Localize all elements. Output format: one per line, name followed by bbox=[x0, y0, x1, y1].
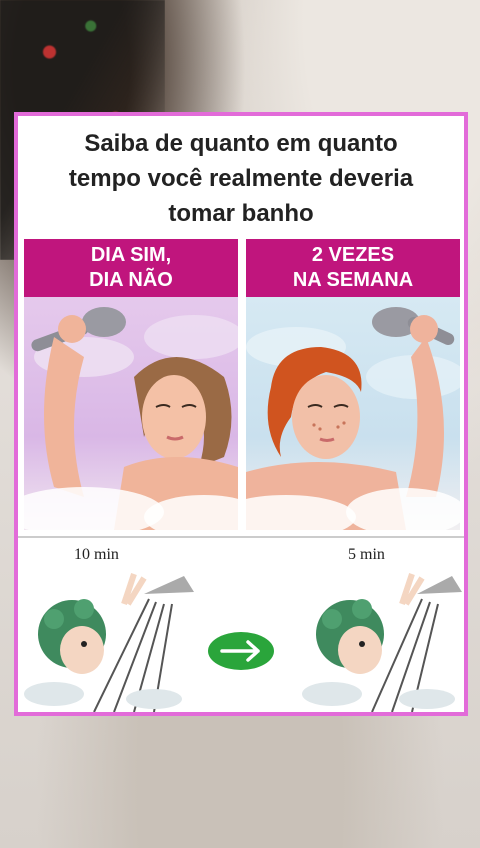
left-header-line: DIA SIM, bbox=[90, 244, 172, 266]
title-line: Saiba de quanto em quanto bbox=[84, 130, 398, 157]
left-column-header: DIA SIM, DIA NÃO bbox=[24, 239, 238, 297]
right-illustration bbox=[246, 297, 460, 530]
title-line: tomar banho bbox=[168, 200, 314, 227]
woman-brown-hair-showering bbox=[24, 307, 238, 530]
column-divider bbox=[238, 239, 246, 530]
right-time-label: 5 min bbox=[348, 546, 385, 563]
cartoon-person-showering-left bbox=[24, 573, 194, 712]
left-header-line: DIA NÃO bbox=[89, 269, 173, 291]
right-header-line: NA SEMANA bbox=[292, 269, 414, 291]
woman-red-hair-showering bbox=[246, 307, 460, 530]
time-comparison: 10 min 5 min bbox=[18, 536, 464, 712]
left-time-label: 10 min bbox=[74, 546, 119, 563]
arrow-right-icon bbox=[208, 632, 274, 670]
infographic-card: Saiba de quanto em quanto tempo você rea… bbox=[14, 112, 468, 716]
left-illustration bbox=[24, 297, 238, 530]
infographic-title: Saiba de quanto em quanto tempo você rea… bbox=[18, 126, 464, 231]
right-column-header: 2 VEZES NA SEMANA bbox=[246, 239, 460, 297]
cartoon-person-showering-right bbox=[302, 573, 462, 712]
title-line: tempo você realmente deveria bbox=[68, 165, 414, 192]
right-header-line: 2 VEZES bbox=[311, 244, 395, 266]
